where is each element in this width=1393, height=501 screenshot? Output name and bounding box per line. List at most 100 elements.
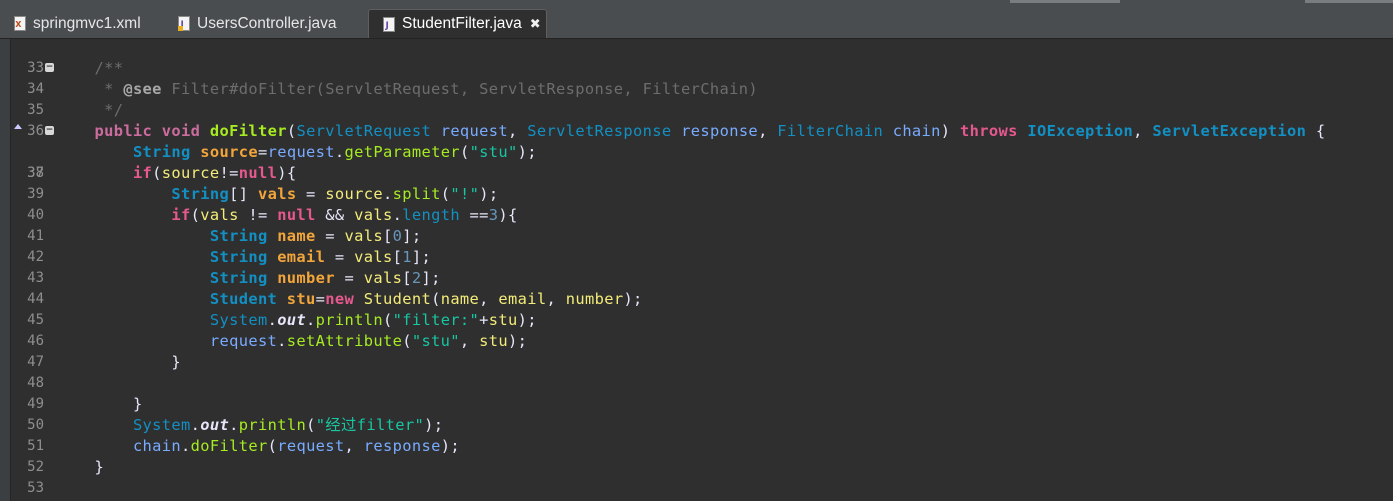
type: String	[209, 269, 268, 287]
code-line: 36 */	[0, 100, 1393, 139]
keyword: if	[132, 164, 153, 182]
code-text: System.out.println("filter:"+stu);	[209, 311, 537, 329]
java-file-icon: J	[383, 16, 395, 32]
code-line: 50 }	[0, 394, 1393, 433]
code-text: String[] vals = source.split("!");	[171, 185, 499, 203]
code-line: 54	[0, 478, 1393, 499]
field: length	[402, 206, 460, 224]
method-call: println	[238, 416, 307, 434]
tab-userscontroller-java[interactable]: J UsersController.java	[164, 9, 364, 38]
variable: email	[498, 290, 547, 308]
code-line: 44 String number = vals[2];	[0, 268, 1393, 307]
number-literal: 3	[488, 206, 499, 224]
local-variable: source	[200, 143, 258, 161]
code-line: 33	[0, 37, 1393, 76]
parameter: response	[363, 437, 441, 455]
local-variable: number	[277, 269, 335, 287]
code-line: 49	[0, 373, 1393, 412]
code-text: }	[94, 458, 105, 476]
tab-label: UsersController.java	[197, 14, 337, 32]
code-line: 46 System.out.println("filter:"+stu);	[0, 310, 1393, 349]
class-name: Student	[363, 290, 432, 308]
fold-collapse-icon[interactable]: −	[45, 63, 54, 72]
code-line: 35 * @see Filter#doFilter(ServletRequest…	[0, 79, 1393, 118]
variable: name	[440, 290, 480, 308]
static-field: out	[200, 416, 230, 434]
type: Student	[209, 290, 278, 308]
local-variable: name	[277, 227, 316, 245]
variable: source	[325, 185, 383, 203]
type: String	[132, 143, 191, 161]
editor-window: X springmvc1.xml J UsersController.java …	[0, 0, 1393, 501]
code-text: /**	[56, 58, 123, 79]
code-line: 34 − /**	[0, 58, 1393, 97]
method-call: setAttribute	[286, 332, 403, 350]
override-marker-icon[interactable]	[14, 124, 22, 129]
code-text: if(source!=null){	[132, 164, 297, 182]
number-literal: 1	[402, 248, 412, 266]
code-text: }	[171, 353, 182, 371]
parameter: chain	[892, 122, 941, 140]
type: System	[132, 416, 191, 434]
keyword: void	[161, 122, 201, 140]
tabbar-decoration	[1010, 0, 1120, 3]
variable: number	[565, 290, 624, 308]
code-text: String email = vals[1];	[209, 248, 432, 266]
code-line: 48 }	[0, 352, 1393, 391]
code-text: String name = vals[0];	[209, 227, 422, 245]
code-text: Student stu=new Student(name, email, num…	[209, 290, 643, 308]
variable: stu	[488, 311, 518, 329]
comment: */	[94, 101, 124, 119]
code-text: String number = vals[2];	[209, 269, 441, 287]
local-variable: stu	[286, 290, 316, 308]
javadoc-tag: @see	[123, 80, 162, 98]
code-line: 52 chain.doFilter(request, response);	[0, 436, 1393, 475]
code-line: 53 }	[0, 457, 1393, 496]
code-line: 43 String email = vals[1];	[0, 247, 1393, 286]
tab-springmvc1-xml[interactable]: X springmvc1.xml	[0, 9, 170, 38]
parameter: chain	[132, 437, 182, 455]
code-text: System.out.println("经过filter");	[132, 416, 444, 434]
static-field: out	[277, 311, 307, 329]
method-call: doFilter	[190, 437, 268, 455]
type: ServletRequest	[296, 122, 432, 140]
code-text: request.setAttribute("stu", stu);	[209, 332, 528, 350]
keyword: if	[171, 206, 191, 224]
java-file-icon: J	[178, 16, 190, 31]
tab-studentfilter-java[interactable]: J StudentFilter.java ✖	[368, 9, 547, 38]
code-line: 41 if(vals != null && vals.length ==3){	[0, 205, 1393, 244]
type: System	[209, 311, 268, 329]
code-line: 38 String source=request.getParameter("s…	[0, 142, 1393, 181]
fold-collapse-icon[interactable]: −	[45, 126, 54, 135]
keyword: public	[94, 122, 153, 140]
type: String	[171, 185, 230, 203]
parameter: request	[209, 332, 278, 350]
type: ServletResponse	[527, 122, 672, 140]
code-line: 45 Student stu=new Student(name, email, …	[0, 289, 1393, 328]
local-variable: vals	[257, 185, 297, 203]
type: ServletException	[1152, 122, 1307, 140]
string-literal: "经过filter"	[315, 416, 425, 434]
variable: source	[161, 164, 220, 182]
code-text: }	[132, 395, 143, 413]
code-line: 37 − public void doFilter(ServletRequest…	[0, 121, 1393, 181]
tab-label: StudentFilter.java	[402, 15, 522, 32]
code-text: if(vals != null && vals.length ==3){	[171, 206, 518, 224]
svg-text:X: X	[15, 20, 22, 29]
close-icon[interactable]: ✖	[530, 17, 541, 32]
editor-tab-bar: X springmvc1.xml J UsersController.java …	[0, 0, 1393, 39]
code-text: */	[56, 100, 123, 121]
variable: vals	[363, 269, 403, 287]
string-literal: "stu"	[411, 332, 460, 350]
comment: *	[94, 80, 124, 98]
code-editor[interactable]: 33 34 − /** 35 * @see Filter#doFilter(Se…	[0, 39, 1393, 501]
parameter: response	[681, 122, 759, 140]
code-line: 42 String name = vals[0];	[0, 226, 1393, 265]
string-literal: "!"	[450, 185, 480, 203]
string-literal: "filter:"	[392, 311, 480, 329]
code-line: 47 request.setAttribute("stu", stu);	[0, 331, 1393, 370]
code-text: public void doFilter(ServletRequest requ…	[94, 122, 1326, 140]
method-call: getParameter	[344, 143, 460, 161]
type: IOException	[1027, 122, 1134, 140]
svg-text:J: J	[385, 21, 389, 31]
